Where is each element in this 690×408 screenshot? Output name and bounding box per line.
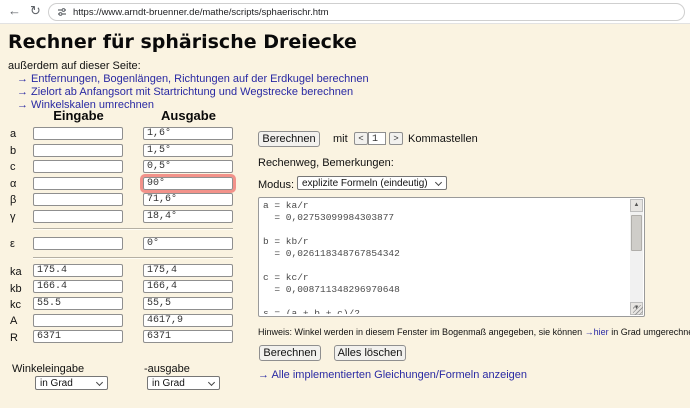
input-a[interactable] — [33, 127, 123, 140]
input-epsilon[interactable] — [33, 237, 123, 250]
resize-grip[interactable] — [633, 305, 643, 315]
modus-value: explizite Formeln (eindeutig) — [302, 178, 428, 189]
row-label-A: A — [10, 315, 32, 327]
input-alpha[interactable] — [33, 177, 123, 190]
row-label-alpha: α — [10, 178, 32, 190]
scrollbar-thumb[interactable] — [631, 215, 642, 251]
modus-label: Modus: — [258, 179, 294, 191]
input-gamma[interactable] — [33, 210, 123, 223]
input-A[interactable] — [33, 314, 123, 327]
hinweis-text: Hinweis: Winkel werden in diesem Fenster… — [258, 327, 690, 337]
angle-input-unit-value: in Grad — [40, 378, 73, 389]
alles-loeschen-button[interactable]: Alles löschen — [334, 345, 406, 361]
rechenweg-textarea[interactable]: a = ka/r = 0,02753099984303877 b = kb/r … — [258, 197, 645, 317]
output-beta[interactable] — [143, 193, 233, 206]
input-c[interactable] — [33, 160, 123, 173]
decimals-decrement-button[interactable]: < — [354, 132, 368, 145]
input-kb[interactable] — [33, 280, 123, 293]
column-header-eingabe: Eingabe — [30, 108, 127, 123]
divider — [33, 228, 233, 230]
chevron-down-icon — [96, 379, 103, 386]
row-label-a: a — [10, 128, 32, 140]
chevron-down-icon — [208, 379, 215, 386]
mit-label: mit — [333, 133, 348, 145]
row-label-kb: kb — [10, 283, 32, 295]
row-label-b: b — [10, 145, 32, 157]
hier-link[interactable]: →hier — [585, 327, 609, 337]
row-label-kc: kc — [10, 299, 32, 311]
row-label-c: c — [10, 161, 32, 173]
output-b[interactable] — [143, 144, 233, 157]
divider — [33, 257, 233, 259]
back-icon[interactable]: ← — [8, 3, 21, 18]
input-R[interactable] — [33, 330, 123, 343]
kommastellen-label: Kommastellen — [408, 133, 478, 145]
page-root: ← ↻ https://www.arndt-bruenner.de/mathe/… — [0, 0, 690, 408]
scrollbar[interactable]: ▲ ▼ — [630, 199, 643, 315]
output-ka[interactable] — [143, 264, 233, 277]
row-label-ka: ka — [10, 266, 32, 278]
browser-toolbar: ← ↻ https://www.arndt-bruenner.de/mathe/… — [0, 0, 690, 24]
link-alle-formeln[interactable]: → Alle implementierten Gleichungen/Forme… — [258, 369, 527, 381]
url-text: https://www.arndt-bruenner.de/mathe/scri… — [73, 7, 329, 18]
output-kb[interactable] — [143, 280, 233, 293]
winkeleingabe-label: Winkeleingabe — [12, 363, 84, 375]
link-zielort[interactable]: → Zielort ab Anfangsort mit Startrichtun… — [17, 86, 353, 98]
reload-icon[interactable]: ↻ — [30, 3, 41, 19]
output-A[interactable] — [143, 314, 233, 327]
output-a[interactable] — [143, 127, 233, 140]
row-label-beta: β — [10, 194, 32, 206]
decimals-value-field[interactable]: 1 — [368, 132, 386, 145]
input-ka[interactable] — [33, 264, 123, 277]
row-label-gamma: γ — [10, 211, 32, 223]
output-epsilon[interactable] — [143, 237, 233, 250]
row-label-R: R — [10, 332, 32, 344]
output-c[interactable] — [143, 160, 233, 173]
winkelausgabe-label: -ausgabe — [144, 363, 190, 375]
row-label-epsilon: ε — [10, 238, 32, 250]
input-b[interactable] — [33, 144, 123, 157]
column-header-ausgabe: Ausgabe — [140, 108, 237, 123]
output-R[interactable] — [143, 330, 233, 343]
angle-output-unit-value: in Grad — [152, 378, 185, 389]
input-kc[interactable] — [33, 297, 123, 310]
angle-output-unit-select[interactable]: in Grad — [147, 376, 220, 390]
output-kc[interactable] — [143, 297, 233, 310]
site-info-icon[interactable] — [57, 7, 67, 17]
chevron-down-icon — [435, 179, 442, 186]
berechnen-button-bottom[interactable]: Berechnen — [259, 345, 321, 361]
modus-select[interactable]: explizite Formeln (eindeutig) — [297, 176, 447, 190]
decimals-increment-button[interactable]: > — [389, 132, 403, 145]
angle-input-unit-select[interactable]: in Grad — [35, 376, 108, 390]
output-gamma[interactable] — [143, 210, 233, 223]
also-on-page-label: außerdem auf dieser Seite: — [8, 60, 141, 72]
page-title: Rechner für sphärische Dreiecke — [8, 31, 357, 53]
rechenweg-label: Rechenweg, Bemerkungen: — [258, 157, 394, 169]
link-entfernungen[interactable]: → Entfernungen, Bogenlängen, Richtungen … — [17, 73, 369, 85]
input-beta[interactable] — [33, 193, 123, 206]
berechnen-button-top[interactable]: Berechnen — [258, 131, 320, 147]
output-alpha-highlighted[interactable] — [143, 177, 233, 190]
rechenweg-text: a = ka/r = 0,02753099984303877 b = kb/r … — [263, 200, 628, 314]
scroll-up-icon[interactable]: ▲ — [630, 199, 643, 212]
address-bar[interactable]: https://www.arndt-bruenner.de/mathe/scri… — [48, 3, 685, 21]
